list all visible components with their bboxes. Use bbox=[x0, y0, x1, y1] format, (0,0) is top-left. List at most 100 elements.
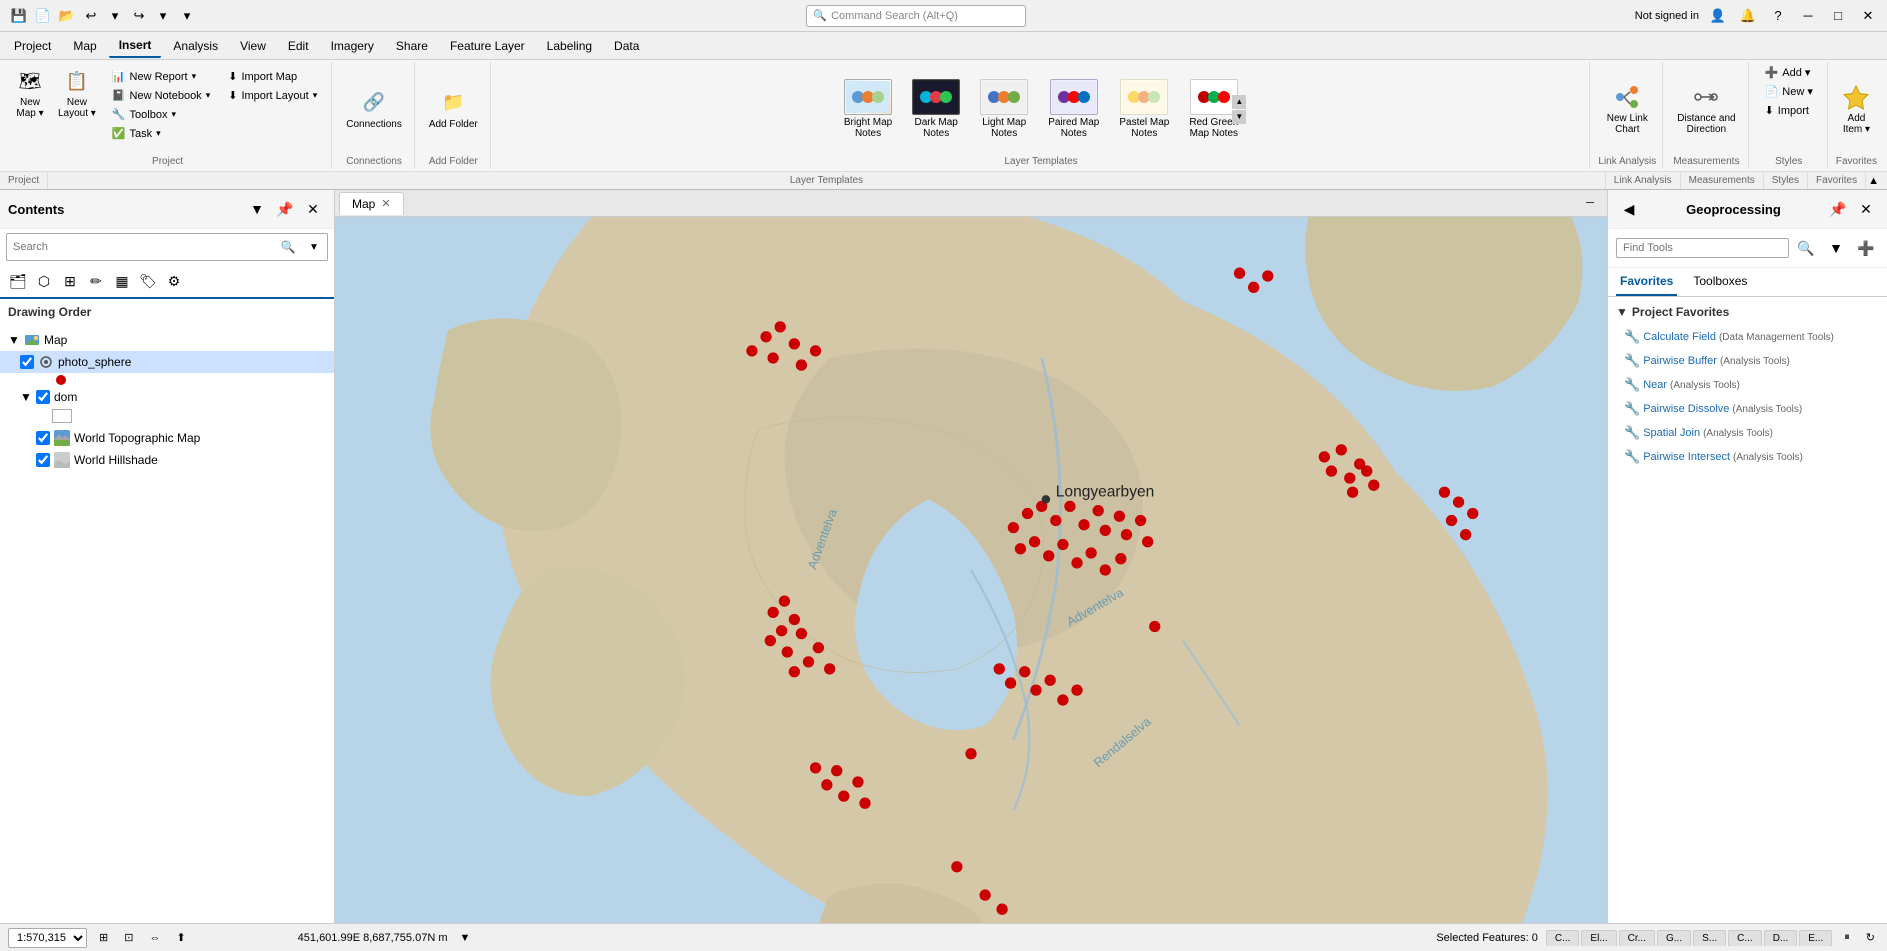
import-map-button[interactable]: ⬇ Import Map bbox=[220, 68, 325, 85]
minimize-button[interactable]: ─ bbox=[1797, 5, 1819, 27]
tool-pairwise-intersect[interactable]: 🔧 Pairwise Intersect (Analysis Tools) bbox=[1616, 445, 1879, 469]
bottom-tab-e[interactable]: E... bbox=[1799, 930, 1832, 946]
maximize-button[interactable]: □ bbox=[1827, 5, 1849, 27]
map-tab[interactable]: Map ✕ bbox=[339, 192, 404, 215]
menu-imagery[interactable]: Imagery bbox=[321, 35, 384, 57]
find-tools-add-btn[interactable]: ➕ bbox=[1853, 235, 1879, 261]
layers-icon-standalone[interactable]: 🏷 bbox=[136, 269, 160, 293]
menu-data[interactable]: Data bbox=[604, 35, 649, 57]
redo-dropdown[interactable]: ▾ bbox=[152, 5, 174, 27]
distance-direction-button[interactable]: Distance andDirection bbox=[1671, 80, 1741, 138]
fixed-zoom-button[interactable]: ⊞ bbox=[95, 929, 112, 946]
notification-bell[interactable]: 🔔 bbox=[1737, 5, 1759, 27]
layers-icon-feature[interactable]: ⬡ bbox=[32, 269, 56, 293]
bottom-tab-s[interactable]: S... bbox=[1693, 930, 1726, 946]
connections-button[interactable]: 🔗 Connections bbox=[340, 86, 408, 133]
geo-tab-favorites[interactable]: Favorites bbox=[1616, 268, 1677, 296]
new-link-chart-button[interactable]: New LinkChart bbox=[1601, 80, 1654, 138]
layers-icon-annotation[interactable]: ✏ bbox=[84, 269, 108, 293]
dom-checkbox[interactable] bbox=[36, 390, 50, 404]
bright-map-notes-button[interactable]: Bright MapNotes bbox=[836, 75, 900, 143]
dark-map-notes-button[interactable]: Dark MapNotes bbox=[904, 75, 968, 143]
map-expand-icon[interactable]: ▼ bbox=[8, 333, 20, 347]
tool-near[interactable]: 🔧 Near (Analysis Tools) bbox=[1616, 373, 1879, 397]
scroll-up-arrow[interactable]: ▲ bbox=[1232, 95, 1246, 109]
project-favorites-collapse-icon[interactable]: ▼ bbox=[1616, 305, 1628, 319]
tool-pairwise-buffer[interactable]: 🔧 Pairwise Buffer (Analysis Tools) bbox=[1616, 349, 1879, 373]
user-icon[interactable]: 👤 bbox=[1707, 5, 1729, 27]
pastel-map-notes-button[interactable]: Pastel MapNotes bbox=[1111, 75, 1177, 143]
layers-icon-raster[interactable]: ⊞ bbox=[58, 269, 82, 293]
menu-labeling[interactable]: Labeling bbox=[537, 35, 602, 57]
styles-import-button[interactable]: ⬇ Import bbox=[1757, 102, 1817, 119]
search-options-button[interactable]: ▼ bbox=[301, 234, 327, 260]
bottom-tab-el[interactable]: El... bbox=[1581, 930, 1616, 946]
new-notebook-button[interactable]: 📓 New Notebook ▾ bbox=[104, 87, 218, 104]
world-hillshade-checkbox[interactable] bbox=[36, 453, 50, 467]
close-button[interactable]: ✕ bbox=[1857, 5, 1879, 27]
map-tab-close[interactable]: ✕ bbox=[381, 197, 390, 210]
map-layer-item[interactable]: ▼ Map bbox=[0, 329, 334, 351]
menu-edit[interactable]: Edit bbox=[278, 35, 319, 57]
pause-button[interactable]: ⏸ bbox=[1840, 929, 1854, 946]
layers-icon-group[interactable]: ▦ bbox=[110, 269, 134, 293]
new-button[interactable]: 📄 bbox=[32, 5, 54, 27]
add-item-button[interactable]: AddItem ▾ bbox=[1836, 80, 1876, 138]
help-button[interactable]: ? bbox=[1767, 5, 1789, 27]
geo-pin-button[interactable]: 📌 bbox=[1825, 196, 1851, 222]
find-tools-search-btn[interactable]: 🔍 bbox=[1793, 235, 1819, 261]
north-arrow-button[interactable]: ⬆ bbox=[172, 929, 189, 946]
tool-calculate-field[interactable]: 🔧 Calculate Field (Data Management Tools… bbox=[1616, 325, 1879, 349]
find-tools-dropdown-btn[interactable]: ▼ bbox=[1823, 235, 1849, 261]
layers-icon-all[interactable]: 🗂 bbox=[6, 269, 30, 293]
dom-expand-icon[interactable]: ▼ bbox=[20, 390, 32, 404]
refresh-button[interactable]: ↻ bbox=[1862, 929, 1879, 946]
contents-filter-btn[interactable]: ▼ bbox=[244, 196, 270, 222]
search-input[interactable] bbox=[7, 238, 275, 256]
menu-feature-layer[interactable]: Feature Layer bbox=[440, 35, 535, 57]
bottom-tab-d[interactable]: D... bbox=[1764, 930, 1798, 946]
bottom-tab-c2[interactable]: C... bbox=[1728, 930, 1762, 946]
save-button[interactable]: 💾 bbox=[8, 5, 30, 27]
menu-insert[interactable]: Insert bbox=[109, 34, 162, 58]
world-topo-checkbox[interactable] bbox=[36, 431, 50, 445]
new-layout-button[interactable]: 📋 NewLayout ▾ bbox=[52, 64, 102, 122]
menu-share[interactable]: Share bbox=[386, 35, 438, 57]
undo-button[interactable]: ↩ bbox=[80, 5, 102, 27]
find-tools-input[interactable] bbox=[1616, 238, 1789, 258]
command-search[interactable]: 🔍 Command Search (Alt+Q) bbox=[806, 5, 1026, 27]
task-button[interactable]: ✅ Task ▾ bbox=[104, 125, 218, 142]
layers-icon-utility[interactable]: ⚙ bbox=[162, 269, 186, 293]
geo-tab-toolboxes[interactable]: Toolboxes bbox=[1689, 268, 1751, 296]
coordinate-dropdown[interactable]: ▼ bbox=[456, 930, 475, 946]
new-map-button[interactable]: 🗺 NewMap ▾ bbox=[10, 64, 50, 122]
photo-sphere-layer-item[interactable]: photo_sphere bbox=[0, 351, 334, 373]
menu-analysis[interactable]: Analysis bbox=[163, 35, 228, 57]
styles-add-button[interactable]: ➕ Add ▾ bbox=[1757, 64, 1819, 81]
map-tab-minimize[interactable]: ─ bbox=[1577, 190, 1603, 216]
full-extent-button[interactable]: ⊡ bbox=[120, 929, 137, 946]
new-report-button[interactable]: 📊 New Report ▾ bbox=[104, 68, 218, 85]
bottom-tab-g[interactable]: G... bbox=[1657, 930, 1691, 946]
tool-pairwise-dissolve[interactable]: 🔧 Pairwise Dissolve (Analysis Tools) bbox=[1616, 397, 1879, 421]
redo-button[interactable]: ↪ bbox=[128, 5, 150, 27]
styles-new-button[interactable]: 📄 New ▾ bbox=[1757, 83, 1821, 100]
menu-view[interactable]: View bbox=[230, 35, 276, 57]
add-folder-button[interactable]: 📁 Add Folder bbox=[423, 86, 484, 133]
bottom-tab-cr[interactable]: Cr... bbox=[1619, 930, 1655, 946]
contents-pin-btn[interactable]: 📌 bbox=[272, 196, 298, 222]
search-button[interactable]: 🔍 bbox=[275, 234, 301, 260]
toolbox-button[interactable]: 🔧 Toolbox ▾ bbox=[104, 106, 218, 123]
menu-project[interactable]: Project bbox=[4, 35, 61, 57]
ribbon-collapse-button[interactable]: ▲ bbox=[1866, 173, 1881, 189]
world-hillshade-layer-item[interactable]: World Hillshade bbox=[0, 449, 334, 471]
zoom-in-out-button[interactable]: ⇔ bbox=[145, 930, 164, 946]
paired-map-notes-button[interactable]: Paired MapNotes bbox=[1040, 75, 1107, 143]
customize-qat[interactable]: ▾ bbox=[176, 5, 198, 27]
geo-back-button[interactable]: ◀ bbox=[1616, 196, 1642, 222]
import-layout-button[interactable]: ⬇ Import Layout ▾ bbox=[220, 87, 325, 104]
geo-close-button[interactable]: ✕ bbox=[1853, 196, 1879, 222]
contents-close-btn[interactable]: ✕ bbox=[300, 196, 326, 222]
light-map-notes-button[interactable]: Light MapNotes bbox=[972, 75, 1036, 143]
scroll-down-arrow[interactable]: ▼ bbox=[1232, 110, 1246, 124]
